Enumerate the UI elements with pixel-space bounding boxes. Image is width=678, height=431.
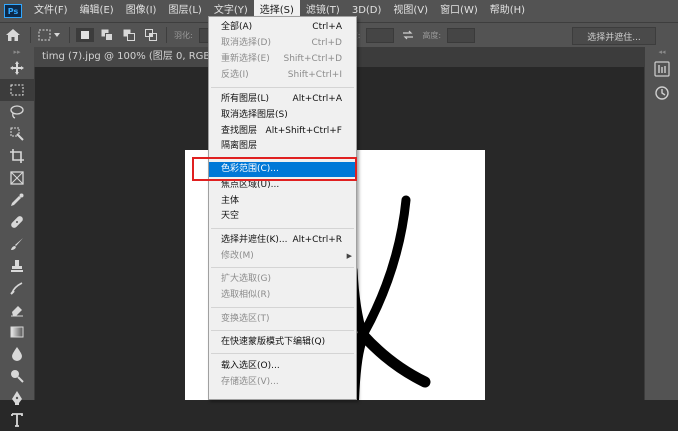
gradient-tool-icon[interactable] <box>0 321 34 343</box>
feather-label: 羽化: <box>174 30 193 40</box>
photoshop-logo: Ps <box>4 4 22 18</box>
menu-divider <box>211 307 354 308</box>
menu-view[interactable]: 视图(V) <box>387 0 434 22</box>
menu-layer[interactable]: 图层(L) <box>162 0 207 22</box>
menu-divider <box>211 353 354 354</box>
menu-item-select-and-mask[interactable]: 选择并遮住(K)... Alt+Ctrl+R <box>209 233 356 248</box>
select-and-mask-button[interactable]: 选择并遮住... <box>572 27 656 45</box>
select-menu-dropdown: 全部(A) Ctrl+A 取消选择(D) Ctrl+D 重新选择(E) Shift+C… <box>208 16 357 400</box>
history-panel-icon[interactable] <box>645 81 678 105</box>
height-input[interactable] <box>447 27 476 43</box>
divider <box>166 27 167 43</box>
history-brush-tool-icon[interactable] <box>0 277 34 299</box>
marquee-tool-icon[interactable] <box>0 79 34 101</box>
menu-item-all-layers[interactable]: 所有图层(L) Alt+Ctrl+A <box>209 92 356 107</box>
menu-item-similar[interactable]: 选取相似(R) <box>209 288 356 303</box>
annotation-highlight-box <box>192 157 357 181</box>
eraser-tool-icon[interactable] <box>0 299 34 321</box>
clone-stamp-tool-icon[interactable] <box>0 255 34 277</box>
healing-brush-tool-icon[interactable] <box>0 211 34 233</box>
type-tool-icon[interactable] <box>0 409 34 431</box>
menu-divider <box>211 267 354 268</box>
menu-item-save-selection[interactable]: 存储选区(V)... <box>209 375 356 390</box>
properties-panel-icon[interactable] <box>645 57 678 81</box>
brush-tool-icon[interactable] <box>0 233 34 255</box>
swap-dimensions-icon[interactable] <box>399 28 417 42</box>
new-selection-icon[interactable] <box>76 28 94 42</box>
menu-item-reselect[interactable]: 重新选择(E) Shift+Ctrl+D <box>209 52 356 67</box>
menu-item-deselect[interactable]: 取消选择(D) Ctrl+D <box>209 36 356 51</box>
tools-panel: ▸▸ <box>0 47 35 427</box>
pen-tool-icon[interactable] <box>0 387 34 409</box>
divider <box>69 27 70 43</box>
menu-divider <box>211 87 354 88</box>
panel-grip-icon[interactable]: ▸▸ <box>0 47 34 57</box>
document-tab-title: timg (7).jpg @ 100% (图层 0, RGB/8) * <box>42 51 233 62</box>
dodge-tool-icon[interactable] <box>0 365 34 387</box>
add-to-selection-icon[interactable] <box>98 28 116 42</box>
menu-item-subject[interactable]: 主体 <box>209 194 356 209</box>
menu-item-isolate-layers[interactable]: 隔离图层 <box>209 139 356 154</box>
menu-item-transform-selection[interactable]: 变换选区(T) <box>209 312 356 327</box>
divider <box>30 27 31 43</box>
menu-file[interactable]: 文件(F) <box>28 0 74 22</box>
height-label: 高度: <box>422 30 442 40</box>
menu-item-sky[interactable]: 天空 <box>209 209 356 224</box>
move-tool-icon[interactable] <box>0 57 34 79</box>
blur-tool-icon[interactable] <box>0 343 34 365</box>
marquee-preset-icon[interactable] <box>37 28 63 42</box>
menu-item-quick-mask[interactable]: 在快速蒙版模式下编辑(Q) <box>209 335 356 350</box>
menu-item-find-layers[interactable]: 查找图层 Alt+Shift+Ctrl+F <box>209 124 356 139</box>
menu-item-load-selection[interactable]: 载入选区(O)... <box>209 359 356 374</box>
submenu-arrow-icon: ▶ <box>346 252 352 260</box>
menu-item-select-all[interactable]: 全部(A) Ctrl+A <box>209 20 356 35</box>
crop-tool-icon[interactable] <box>0 145 34 167</box>
menu-divider <box>211 228 354 229</box>
home-icon[interactable] <box>0 29 26 41</box>
lasso-tool-icon[interactable] <box>0 101 34 123</box>
menu-divider <box>211 330 354 331</box>
menu-window[interactable]: 窗口(W) <box>434 0 484 22</box>
menu-edit[interactable]: 编辑(E) <box>74 0 120 22</box>
menu-item-deselect-layers[interactable]: 取消选择图层(S) <box>209 108 356 123</box>
subtract-from-selection-icon[interactable] <box>120 28 138 42</box>
right-panel-strip: ◂◂ <box>644 47 678 400</box>
menu-item-inverse[interactable]: 反选(I) Shift+Ctrl+I <box>209 68 356 83</box>
menu-image[interactable]: 图像(I) <box>120 0 163 22</box>
menu-help[interactable]: 帮助(H) <box>484 0 531 22</box>
panel-grip-icon[interactable]: ◂◂ <box>645 47 678 57</box>
quick-select-tool-icon[interactable] <box>0 123 34 145</box>
eyedropper-tool-icon[interactable] <box>0 189 34 211</box>
menu-item-modify[interactable]: 修改(M) ▶ <box>209 249 356 264</box>
frame-tool-icon[interactable] <box>0 167 34 189</box>
menu-item-grow[interactable]: 扩大选取(G) <box>209 272 356 287</box>
width-input[interactable] <box>366 27 395 43</box>
intersect-selection-icon[interactable] <box>142 28 160 42</box>
